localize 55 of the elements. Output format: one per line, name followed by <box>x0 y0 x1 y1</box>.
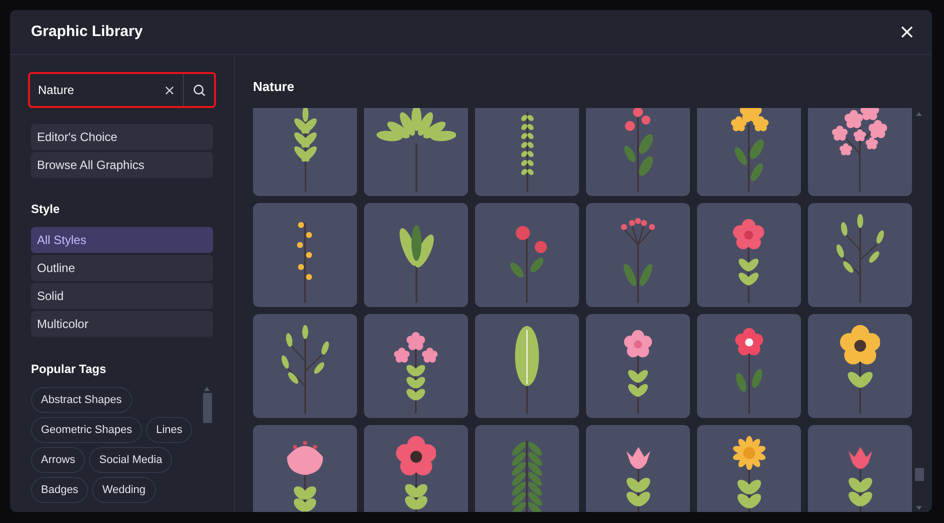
search-input[interactable]: Nature <box>30 74 155 106</box>
graphic-tile[interactable] <box>808 314 912 418</box>
graphic-tile[interactable] <box>586 108 690 196</box>
close-icon <box>164 86 174 94</box>
flower-drawing <box>624 447 652 512</box>
tag-chip[interactable]: Lines <box>146 417 192 443</box>
graphic-tile[interactable] <box>364 425 468 512</box>
scrollbar-thumb[interactable] <box>914 468 924 481</box>
search-field[interactable]: Nature <box>28 72 216 108</box>
tag-chip[interactable]: Arrows <box>31 447 86 473</box>
graphic-tile[interactable] <box>808 203 912 307</box>
section-heading: Style <box>31 201 61 218</box>
tag-chip[interactable]: Social Media <box>89 447 172 473</box>
graphic-tile[interactable] <box>253 425 357 512</box>
search-icon <box>192 84 206 96</box>
section-heading: Popular Tags <box>31 361 108 378</box>
graphic-tile[interactable] <box>364 314 468 418</box>
graphic-tile[interactable] <box>697 108 801 196</box>
graphic-tile[interactable] <box>475 203 579 307</box>
graphic-tile[interactable] <box>808 108 912 196</box>
flower-drawing <box>846 447 874 512</box>
graphic-tile[interactable] <box>475 108 579 196</box>
graphic-tile[interactable] <box>253 314 357 418</box>
style-option[interactable]: Solid <box>31 283 213 309</box>
tag-chip[interactable]: Geometric Shapes <box>31 417 142 443</box>
section-heading: Nature <box>253 78 296 95</box>
style-option[interactable]: All Styles <box>31 227 213 253</box>
graphic-tile[interactable] <box>586 314 690 418</box>
graphic-tile[interactable] <box>475 314 579 418</box>
menu-item[interactable]: Browse All Graphics <box>31 152 213 178</box>
menu-item[interactable]: Editor's Choice <box>31 124 213 150</box>
scroll-down-icon <box>916 506 922 510</box>
graphic-tile[interactable] <box>253 108 357 196</box>
style-option[interactable]: Outline <box>31 255 213 281</box>
scroll-up-icon <box>204 387 210 391</box>
style-option[interactable]: Multicolor <box>31 311 213 337</box>
close-icon <box>901 26 913 38</box>
scroll-up-icon <box>916 112 922 116</box>
fern-drawing <box>510 440 544 512</box>
graphic-tile[interactable] <box>475 425 579 512</box>
graphic-tile[interactable] <box>253 203 357 307</box>
tag-chip[interactable]: Badges <box>31 477 88 503</box>
graphic-tile[interactable] <box>364 203 468 307</box>
graphic-tile[interactable] <box>586 203 690 307</box>
flower-drawing <box>287 441 323 512</box>
scrollbar-thumb[interactable] <box>202 393 212 423</box>
window-title: Graphic Library <box>31 22 143 42</box>
graphic-tile[interactable] <box>697 425 801 512</box>
graphic-tile[interactable] <box>808 425 912 512</box>
tag-chip[interactable]: Wedding <box>92 477 156 503</box>
graphic-tile[interactable] <box>364 108 468 196</box>
graphic-tile[interactable] <box>586 425 690 512</box>
graphic-tile[interactable] <box>697 203 801 307</box>
tag-chip[interactable]: Abstract Shapes <box>31 387 132 413</box>
graphic-tile[interactable] <box>697 314 801 418</box>
